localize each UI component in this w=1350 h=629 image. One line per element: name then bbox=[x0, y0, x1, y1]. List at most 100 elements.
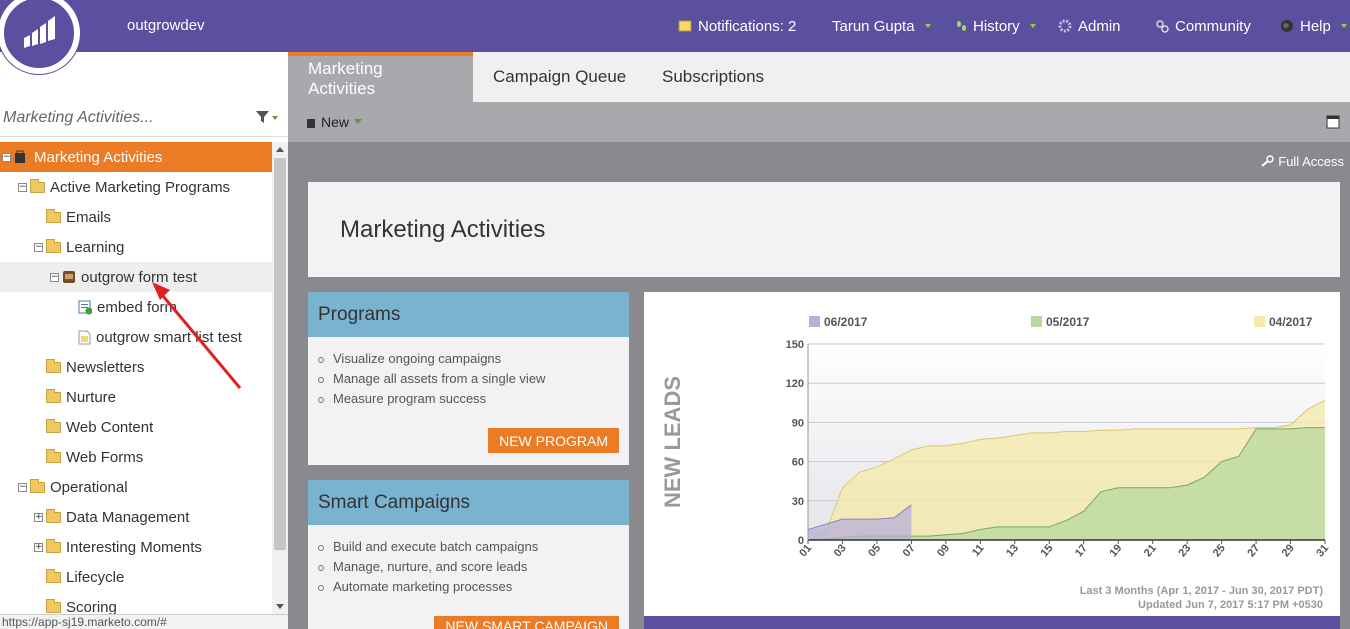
community-icon bbox=[1156, 20, 1169, 33]
history-menu[interactable]: History bbox=[955, 0, 1036, 52]
collapse-icon[interactable]: − bbox=[18, 182, 27, 192]
scroll-up-icon[interactable] bbox=[275, 145, 285, 153]
folder-icon bbox=[46, 538, 61, 553]
user-menu[interactable]: Tarun Gupta bbox=[832, 0, 931, 52]
list-item: Manage all assets from a single view bbox=[318, 371, 629, 391]
legend-swatch bbox=[809, 316, 820, 327]
smart-list-icon bbox=[78, 330, 91, 344]
status-url: https://app-sj19.marketo.com/# bbox=[0, 614, 288, 629]
scroll-down-icon[interactable] bbox=[275, 603, 285, 611]
chevron-down-icon bbox=[1029, 24, 1036, 28]
expand-icon[interactable]: + bbox=[34, 512, 43, 522]
new-menu-button[interactable]: New bbox=[306, 114, 363, 130]
tab-marketing-activities[interactable]: Marketing Activities bbox=[288, 52, 473, 102]
chart-footnote-updated: Updated Jun 7, 2017 5:17 PM +0530 bbox=[1138, 599, 1323, 611]
tree-item-label: Web Forms bbox=[66, 448, 144, 466]
help-menu[interactable]: Help bbox=[1280, 0, 1347, 52]
folder-icon bbox=[46, 568, 61, 583]
x-tick-label: 21 bbox=[1142, 542, 1159, 559]
tree-item-data-management[interactable]: + Data Management bbox=[0, 502, 272, 532]
workspace-name[interactable]: outgrowdev bbox=[127, 17, 205, 34]
tree-item-label: Newsletters bbox=[66, 358, 145, 376]
community-label: Community bbox=[1175, 17, 1251, 35]
tree-item-emails[interactable]: Emails bbox=[0, 202, 272, 232]
filter-icon[interactable] bbox=[255, 109, 279, 125]
tree-item-interesting-moments[interactable]: + Interesting Moments bbox=[0, 532, 272, 562]
scroll-thumb[interactable] bbox=[274, 158, 286, 550]
expand-icon[interactable]: + bbox=[34, 542, 43, 552]
page-title: Marketing Activities bbox=[340, 216, 546, 243]
new-program-button[interactable]: NEW PROGRAM bbox=[488, 428, 619, 453]
x-tick-label: 29 bbox=[1280, 542, 1297, 559]
list-item: Visualize ongoing campaigns bbox=[318, 351, 629, 371]
user-name: Tarun Gupta bbox=[832, 17, 915, 35]
notifications-label: Notifications: 2 bbox=[698, 17, 797, 35]
chevron-down-icon bbox=[1340, 24, 1347, 28]
folder-icon bbox=[30, 178, 45, 193]
access-label: Full Access bbox=[1278, 154, 1344, 169]
smart-campaigns-list: Build and execute batch campaigns Manage… bbox=[308, 525, 629, 599]
programs-card: Programs Visualize ongoing campaigns Man… bbox=[308, 292, 629, 465]
x-tick-label: 11 bbox=[970, 542, 987, 559]
tree-item-lifecycle[interactable]: Lifecycle bbox=[0, 562, 272, 592]
chart-footer-bar bbox=[644, 616, 1340, 629]
community-link[interactable]: Community bbox=[1155, 0, 1251, 52]
folder-icon bbox=[46, 598, 61, 613]
tab-campaign-queue[interactable]: Campaign Queue bbox=[473, 52, 646, 102]
page-header: Marketing Activities bbox=[308, 182, 1340, 277]
history-label: History bbox=[973, 17, 1020, 35]
briefcase-icon bbox=[307, 118, 315, 128]
toolbar: New bbox=[288, 102, 1350, 142]
x-tick-label: 31 bbox=[1314, 542, 1331, 559]
list-item: Manage, nurture, and score leads bbox=[318, 559, 629, 579]
y-tick-label: 90 bbox=[792, 417, 804, 429]
x-tick-label: 25 bbox=[1211, 542, 1228, 559]
access-indicator: Full Access bbox=[1260, 154, 1344, 169]
folder-icon bbox=[46, 508, 61, 523]
programs-card-title: Programs bbox=[308, 292, 629, 337]
tree-item-label: Interesting Moments bbox=[66, 538, 202, 556]
x-tick-label: 17 bbox=[1073, 542, 1090, 559]
tree-item-active-marketing-programs[interactable]: − Active Marketing Programs bbox=[0, 172, 272, 202]
x-tick-label: 13 bbox=[1004, 542, 1021, 559]
maximize-icon[interactable] bbox=[1326, 115, 1340, 129]
help-label: Help bbox=[1300, 17, 1331, 35]
folder-icon bbox=[46, 208, 61, 223]
gear-icon bbox=[1058, 19, 1072, 33]
tree-item-label: Nurture bbox=[66, 388, 117, 406]
y-tick-label: 60 bbox=[792, 457, 804, 469]
collapse-icon[interactable]: − bbox=[2, 152, 11, 162]
red-arrow-annotation bbox=[152, 282, 242, 389]
chart-footnote-range: Last 3 Months (Apr 1, 2017 - Jun 30, 201… bbox=[1080, 585, 1324, 597]
notifications-link[interactable]: Notifications: 2 bbox=[678, 0, 796, 52]
x-tick-label: 05 bbox=[866, 542, 883, 559]
tree-item-marketing-activities[interactable]: − Marketing Activities bbox=[0, 142, 272, 172]
tree-search-input[interactable] bbox=[0, 106, 248, 130]
y-tick-label: 30 bbox=[792, 496, 804, 508]
legend-label: 04/2017 bbox=[1269, 315, 1313, 329]
legend-swatch bbox=[1031, 316, 1042, 327]
x-tick-label: 27 bbox=[1245, 542, 1262, 559]
tree-item-operational[interactable]: − Operational bbox=[0, 472, 272, 502]
new-smart-campaign-button[interactable]: NEW SMART CAMPAIGN bbox=[434, 616, 619, 629]
folder-icon bbox=[46, 448, 61, 463]
tree-search bbox=[0, 100, 288, 137]
tab-subscriptions[interactable]: Subscriptions bbox=[642, 52, 784, 102]
admin-link[interactable]: Admin bbox=[1058, 0, 1121, 52]
admin-label: Admin bbox=[1078, 17, 1121, 35]
tree-item-web-content[interactable]: Web Content bbox=[0, 412, 272, 442]
logo-inner bbox=[10, 4, 68, 62]
collapse-icon[interactable]: − bbox=[34, 242, 43, 252]
collapse-icon[interactable]: − bbox=[50, 272, 59, 282]
tree-item-label: Web Content bbox=[66, 418, 154, 436]
tree-item-label: Data Management bbox=[66, 508, 190, 526]
tree-item-label: Active Marketing Programs bbox=[50, 178, 231, 196]
folder-icon bbox=[46, 358, 61, 373]
smart-campaigns-card: Smart Campaigns Build and execute batch … bbox=[308, 480, 629, 629]
tree-scrollbar[interactable] bbox=[272, 142, 288, 614]
x-tick-label: 15 bbox=[1038, 542, 1055, 559]
tree-item-web-forms[interactable]: Web Forms bbox=[0, 442, 272, 472]
collapse-icon[interactable]: − bbox=[18, 482, 27, 492]
tree-item-label: Scoring bbox=[66, 598, 117, 616]
tree-item-learning[interactable]: − Learning bbox=[0, 232, 272, 262]
